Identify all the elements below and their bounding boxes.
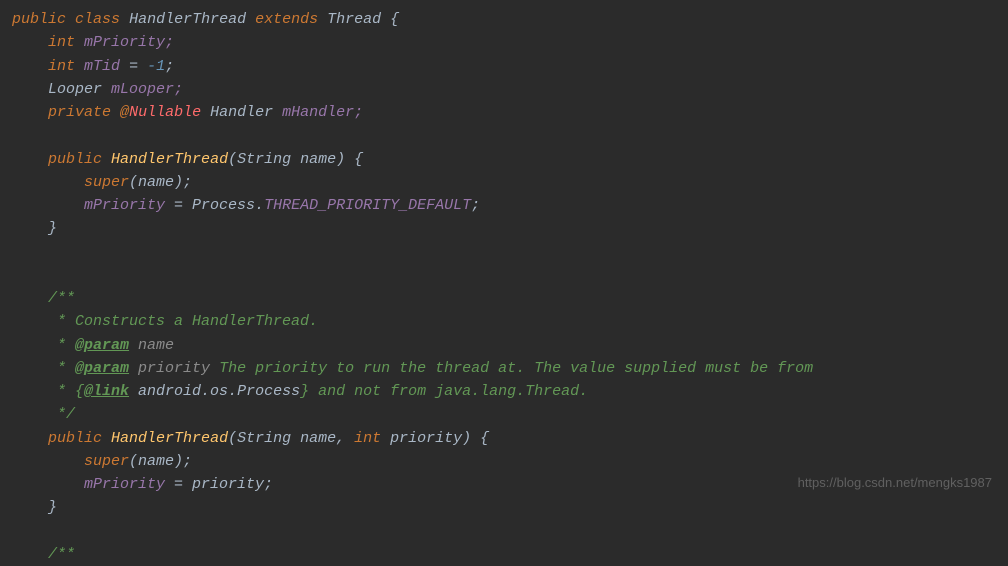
code-token: String xyxy=(237,151,291,168)
code-token: private xyxy=(48,104,111,121)
code-token: public xyxy=(48,151,102,168)
code-token: { xyxy=(381,11,399,28)
code-token: priority) { xyxy=(381,430,489,447)
code-token: = priority; xyxy=(165,476,273,493)
code-token: /** xyxy=(48,290,75,307)
code-token: ( xyxy=(228,151,237,168)
code-token: Looper xyxy=(48,81,102,98)
code-token: mPriority; xyxy=(84,34,174,51)
watermark-text: https://blog.csdn.net/mengks1987 xyxy=(798,473,992,493)
code-token: public xyxy=(48,430,102,447)
code-token: The priority to run the thread at. The v… xyxy=(210,360,813,377)
code-token: int xyxy=(354,430,381,447)
code-token: class xyxy=(75,11,120,28)
code-token: (name); xyxy=(129,453,192,470)
code-token: extends xyxy=(255,11,318,28)
code-token: Nullable xyxy=(129,104,201,121)
code-token: */ xyxy=(48,406,75,423)
code-token: Handler xyxy=(210,104,273,121)
code-token: mLooper; xyxy=(111,81,183,98)
code-token: android.os.Process xyxy=(129,383,300,400)
code-token: name) { xyxy=(291,151,363,168)
code-token: = xyxy=(165,197,192,214)
code-token: (name); xyxy=(129,174,192,191)
code-token: super xyxy=(84,174,129,191)
code-token: ( xyxy=(228,430,237,447)
code-token: /** xyxy=(48,546,75,563)
code-token: HandlerThread xyxy=(111,430,228,447)
code-token: int xyxy=(48,34,75,51)
code-token: @link xyxy=(84,383,129,400)
code-token: HandlerThread xyxy=(129,11,246,28)
code-token: * xyxy=(48,337,75,354)
code-token: ; xyxy=(471,197,480,214)
code-token: name xyxy=(129,337,174,354)
code-token: = xyxy=(120,58,147,75)
code-token: mPriority xyxy=(84,197,165,214)
code-token: Process. xyxy=(192,197,264,214)
code-token: * { xyxy=(48,383,84,400)
code-token: @ xyxy=(120,104,129,121)
code-token: } and not from java.lang.Thread. xyxy=(300,383,588,400)
code-token: mHandler; xyxy=(282,104,363,121)
code-token: * Constructs a HandlerThread. xyxy=(48,313,318,330)
code-token: int xyxy=(48,58,75,75)
code-token: String xyxy=(237,430,291,447)
code-token: * xyxy=(48,360,75,377)
code-token: Thread xyxy=(327,11,381,28)
code-token: HandlerThread xyxy=(111,151,228,168)
code-token: priority xyxy=(129,360,210,377)
code-token: name, xyxy=(291,430,354,447)
code-token: mPriority xyxy=(84,476,165,493)
code-token: ; xyxy=(165,58,174,75)
code-token: -1 xyxy=(147,58,165,75)
code-token: super xyxy=(84,453,129,470)
code-token: } xyxy=(48,499,57,516)
code-token: public xyxy=(12,11,66,28)
code-token: @param xyxy=(75,360,129,377)
code-token: mTid xyxy=(84,58,120,75)
code-token: THREAD_PRIORITY_DEFAULT xyxy=(264,197,471,214)
code-token: } xyxy=(48,220,57,237)
code-token: @param xyxy=(75,337,129,354)
